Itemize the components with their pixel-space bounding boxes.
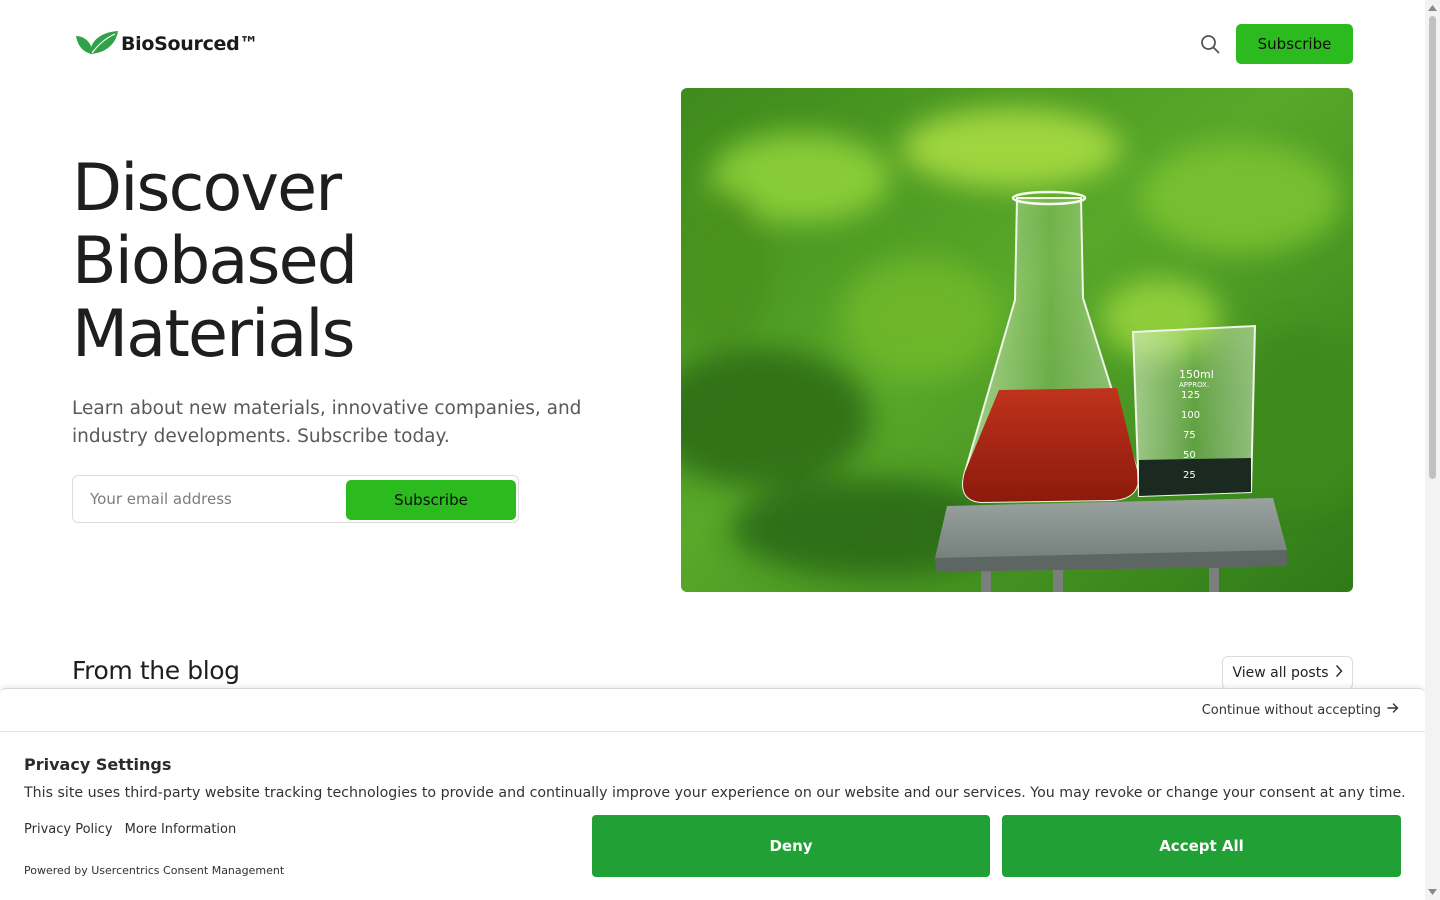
beaker-label: 75 — [1183, 430, 1196, 441]
hero-image: 150ml APPROX. 125 100 75 50 25 — [681, 88, 1353, 592]
hero-title-line: Discover — [72, 151, 342, 226]
logo-text: BioSourced™ — [121, 33, 259, 55]
accept-all-button[interactable]: Accept All — [1002, 815, 1401, 877]
continue-without-accepting-link[interactable]: Continue without accepting — [1202, 702, 1399, 718]
beaker-label: 25 — [1183, 470, 1196, 481]
scrollbar-thumb[interactable] — [1429, 16, 1436, 479]
hero-title-line: Materials — [72, 297, 356, 372]
beaker-label: 50 — [1183, 450, 1196, 461]
chevron-right-icon — [1335, 665, 1343, 681]
beaker-label: 125 — [1181, 390, 1200, 401]
beaker-label: APPROX. — [1179, 381, 1209, 389]
continue-row: Continue without accepting — [0, 689, 1425, 732]
blog-section-title: From the blog — [72, 656, 240, 685]
consent-title: Privacy Settings — [24, 755, 172, 774]
header-subscribe-button[interactable]: Subscribe — [1236, 24, 1353, 64]
powered-by-text: Powered by Usercentrics Consent Manageme… — [24, 864, 285, 877]
scroll-down-arrow-icon[interactable] — [1428, 887, 1437, 897]
privacy-consent-banner: Continue without accepting Privacy Setti… — [0, 688, 1425, 900]
deny-button[interactable]: Deny — [592, 815, 990, 877]
more-information-link[interactable]: More Information — [125, 822, 237, 837]
privacy-policy-link[interactable]: Privacy Policy — [24, 822, 113, 837]
page: BioSourced™ Subscribe Discover Biobased … — [0, 0, 1425, 900]
scroll-up-arrow-icon[interactable] — [1428, 3, 1437, 13]
email-input[interactable] — [74, 477, 371, 521]
search-icon[interactable] — [1196, 30, 1224, 58]
consent-links: Privacy Policy More Information — [24, 822, 236, 837]
form-subscribe-button[interactable]: Subscribe — [346, 480, 516, 520]
leaf-icon — [74, 28, 118, 60]
scrollbar[interactable] — [1425, 0, 1440, 900]
beaker-label: 100 — [1181, 410, 1200, 421]
hero-subtitle: Learn about new materials, innovative co… — [72, 398, 582, 447]
hero-title-line: Biobased — [72, 224, 358, 299]
continue-label: Continue without accepting — [1201, 702, 1381, 718]
consent-text: This site uses third-party website track… — [24, 785, 1406, 801]
view-all-label: View all posts — [1232, 665, 1329, 681]
subscribe-form: Subscribe — [72, 475, 519, 523]
hero-title: Discover Biobased Materials — [72, 151, 358, 372]
beaker-label: 150ml — [1179, 368, 1214, 381]
site-logo[interactable]: BioSourced™ — [74, 28, 258, 60]
arrow-right-icon — [1387, 702, 1399, 718]
view-all-posts-button[interactable]: View all posts — [1222, 656, 1353, 690]
